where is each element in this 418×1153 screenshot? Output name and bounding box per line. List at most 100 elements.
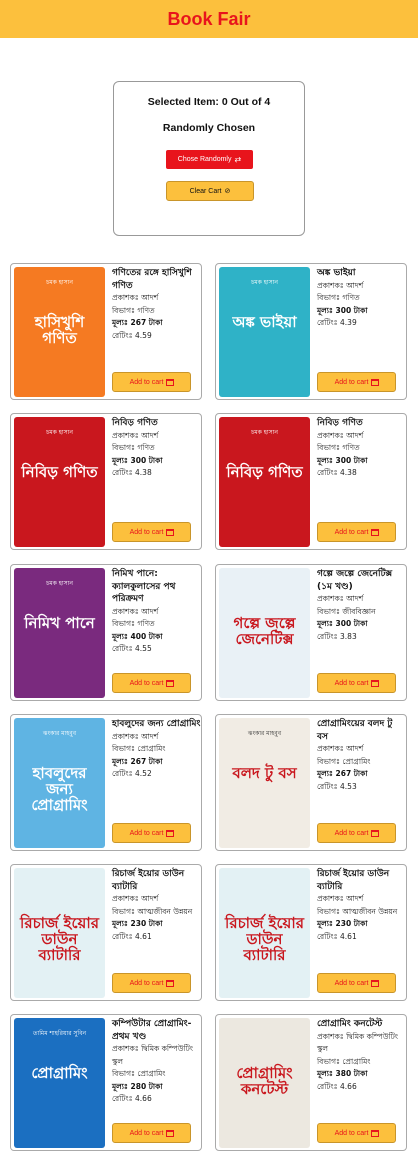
cart-icon — [166, 980, 175, 987]
book-price: মূল্যঃ 267 টাকা — [112, 318, 163, 327]
book-price: মূল্যঃ 230 টাকা — [317, 919, 368, 928]
cover-author: চমক হাসান — [46, 580, 73, 587]
book-cover-image[interactable]: চমক হাসান নিবিড় গণিত — [14, 417, 105, 547]
book-rating: রেটিংঃ 4.39 — [317, 318, 357, 327]
book-rating: রেটিংঃ 4.53 — [317, 781, 357, 791]
book-publisher: প্রকাশকঃ আদর্শ — [112, 731, 159, 741]
book-title: রিচার্জ ইয়োর ডাউন ব্যাটারি — [112, 869, 185, 892]
book-info: নিমিখ পানে: ক্যালকুলাসের পথ পরিক্রমণ প্রক… — [112, 568, 201, 656]
book-price: মূল্যঃ 300 টাকা — [317, 305, 368, 315]
book-info: অঙ্ক ভাইয়া প্রকাশকঃ আদর্শ বিভাগঃ গণিত মূল্… — [317, 267, 406, 330]
add-to-cart-label: Add to cart — [129, 679, 164, 687]
book-title: অঙ্ক ভাইয়া — [317, 268, 356, 278]
add-to-cart-label: Add to cart — [334, 378, 369, 386]
book-card: চমক হাসান অঙ্ক ভাইয়া অঙ্ক ভাইয়া প্রকাশকঃ … — [215, 263, 407, 400]
add-to-cart-button[interactable]: Add to cart — [112, 522, 191, 542]
book-title: প্রোগ্রামিংয়ের বলদ টু বস — [317, 719, 393, 742]
add-to-cart-button[interactable]: Add to cart — [112, 1123, 191, 1143]
add-to-cart-label: Add to cart — [334, 829, 369, 837]
add-to-cart-label: Add to cart — [334, 679, 369, 687]
cover-title: বলদ টু বস — [232, 764, 297, 782]
cart-icon — [371, 529, 380, 536]
cover-title: প্রোগ্রামিং কনটেস্ট — [236, 1064, 293, 1098]
add-to-cart-label: Add to cart — [334, 979, 369, 987]
book-card: তামিম শাহরিয়ার সুবিন প্রোগ্রামিং কম্পিউটা… — [10, 1014, 202, 1151]
cover-title: নিবিড় গণিত — [21, 463, 98, 481]
book-title: গল্পে জল্পে জেনেটিক্স (১ম খণ্ড) — [317, 569, 393, 592]
cart-icon — [166, 1130, 175, 1137]
book-title: নিবিড় গণিত — [317, 418, 363, 428]
cover-title: রিচার্জ ইয়োর ডাউন ব্যাটারি — [225, 914, 304, 964]
cover-title: প্রোগ্রামিং — [31, 1064, 88, 1082]
book-rating: রেটিংঃ 4.66 — [317, 1081, 357, 1091]
book-cover-image[interactable]: চমক হাসান নিবিড় গণিত — [219, 417, 310, 547]
book-card: রিচার্জ ইয়োর ডাউন ব্যাটারি রিচার্জ ইয়োর… — [10, 864, 202, 1001]
add-to-cart-button[interactable]: Add to cart — [317, 823, 396, 843]
book-card: রিচার্জ ইয়োর ডাউন ব্যাটারি রিচার্জ ইয়োর… — [215, 864, 407, 1001]
book-publisher: প্রকাশকঃ দ্বিমিক কম্পিউটিং স্কুল — [317, 1031, 399, 1054]
book-rating: রেটিংঃ 4.66 — [112, 1094, 152, 1103]
cover-title: নিবিড় গণিত — [226, 463, 303, 481]
book-price: মূল্যঃ 380 টাকা — [317, 1069, 368, 1078]
cart-icon — [371, 680, 380, 687]
book-price: মূল্যঃ 267 টাকা — [317, 769, 368, 778]
cart-icon — [166, 830, 175, 837]
add-to-cart-button[interactable]: Add to cart — [317, 673, 396, 693]
cover-title: হাবলুদের জন্য প্রোগ্রামিং — [31, 764, 88, 814]
book-info: রিচার্জ ইয়োর ডাউন ব্যাটারি প্রকাশকঃ আদর্… — [317, 868, 406, 943]
book-cover-image[interactable]: চমক হাসান অঙ্ক ভাইয়া — [219, 267, 310, 397]
book-price: মূল্যঃ 230 টাকা — [112, 919, 163, 928]
add-to-cart-label: Add to cart — [129, 979, 164, 987]
book-card: ঝংকার মাহবুব বলদ টু বস প্রোগ্রামিংয়ের বলদ… — [215, 714, 407, 851]
book-info: হাবলুদের জন্য প্রোগ্রামিং প্রকাশকঃ আদর্শ ব… — [112, 718, 201, 781]
book-price: মূল্যঃ 280 টাকা — [112, 1081, 163, 1091]
book-category: বিভাগঃ প্রোগ্রামিং — [317, 756, 371, 766]
add-to-cart-button[interactable]: Add to cart — [317, 372, 396, 392]
book-info: গণিতের রঙ্গে হাসিখুশি গণিত প্রকাশকঃ আদর্শ… — [112, 267, 201, 342]
book-grid: চমক হাসান হাসিখুশি গণিত গণিতের রঙ্গে হাসিখ… — [0, 0, 418, 1153]
add-to-cart-button[interactable]: Add to cart — [317, 522, 396, 542]
add-to-cart-button[interactable]: Add to cart — [317, 1123, 396, 1143]
book-card: প্রোগ্রামিং কনটেস্ট প্রোগ্রামিং কনটেস্ট প্… — [215, 1014, 407, 1151]
cart-icon — [166, 680, 175, 687]
cover-author: চমক হাসান — [46, 429, 73, 436]
cart-icon — [371, 980, 380, 987]
add-to-cart-button[interactable]: Add to cart — [112, 973, 191, 993]
book-cover-image[interactable]: প্রোগ্রামিং কনটেস্ট — [219, 1018, 310, 1148]
book-publisher: প্রকাশকঃ আদর্শ — [112, 894, 159, 903]
book-cover-image[interactable]: রিচার্জ ইয়োর ডাউন ব্যাটারি — [14, 868, 105, 998]
cover-author: তামিম শাহরিয়ার সুবিন — [32, 1030, 87, 1037]
book-rating: রেটিংঃ 4.38 — [112, 468, 152, 477]
book-card: চমক হাসান নিমিখ পানে নিমিখ পানে: ক্যালকুলা… — [10, 564, 202, 701]
book-cover-image[interactable]: রিচার্জ ইয়োর ডাউন ব্যাটারি — [219, 868, 310, 998]
book-category: বিভাগঃ গণিত — [112, 619, 155, 628]
cart-icon — [166, 379, 175, 386]
book-publisher: প্রকাশকঃ আদর্শ — [317, 594, 364, 603]
book-price: মূল্যঃ 300 টাকা — [317, 619, 368, 628]
book-cover-image[interactable]: চমক হাসান নিমিখ পানে — [14, 568, 105, 698]
book-rating: রেটিংঃ 4.55 — [112, 644, 152, 653]
book-publisher: প্রকাশকঃ আদর্শ — [317, 894, 364, 903]
cart-icon — [166, 529, 175, 536]
book-cover-image[interactable]: চমক হাসান হাসিখুশি গণিত — [14, 267, 105, 397]
add-to-cart-button[interactable]: Add to cart — [112, 823, 191, 843]
book-cover-image[interactable]: ঝংকার মাহবুব বলদ টু বস — [219, 718, 310, 848]
add-to-cart-button[interactable]: Add to cart — [112, 673, 191, 693]
book-rating: রেটিংঃ 4.59 — [112, 330, 152, 340]
add-to-cart-button[interactable]: Add to cart — [112, 372, 191, 392]
book-card: চমক হাসান হাসিখুশি গণিত গণিতের রঙ্গে হাসিখ… — [10, 263, 202, 400]
book-cover-image[interactable]: গল্পে জল্পে জেনেটিক্স — [219, 568, 310, 698]
cover-author: ঝংকার মাহবুব — [247, 730, 282, 737]
book-rating: রেটিংঃ 3.83 — [317, 631, 357, 641]
book-category: বিভাগঃ প্রোগ্রামিং — [112, 1069, 166, 1078]
book-category: বিভাগঃ জীববিজ্ঞান — [317, 606, 376, 616]
book-cover-image[interactable]: ঝংকার মাহবুব হাবলুদের জন্য প্রোগ্রামিং — [14, 718, 105, 848]
book-cover-image[interactable]: তামিম শাহরিয়ার সুবিন প্রোগ্রামিং — [14, 1018, 105, 1148]
book-category: বিভাগঃ আত্মজীবন উন্নয়ন — [112, 906, 193, 916]
book-title: হাবলুদের জন্য প্রোগ্রামিং — [112, 719, 201, 729]
cover-author: ঝংকার মাহবুব — [42, 730, 77, 737]
book-publisher: প্রকাশকঃ আদর্শ — [112, 293, 159, 302]
cover-author: চমক হাসান — [251, 279, 278, 286]
add-to-cart-button[interactable]: Add to cart — [317, 973, 396, 993]
book-price: মূল্যঃ 300 টাকা — [317, 455, 368, 465]
